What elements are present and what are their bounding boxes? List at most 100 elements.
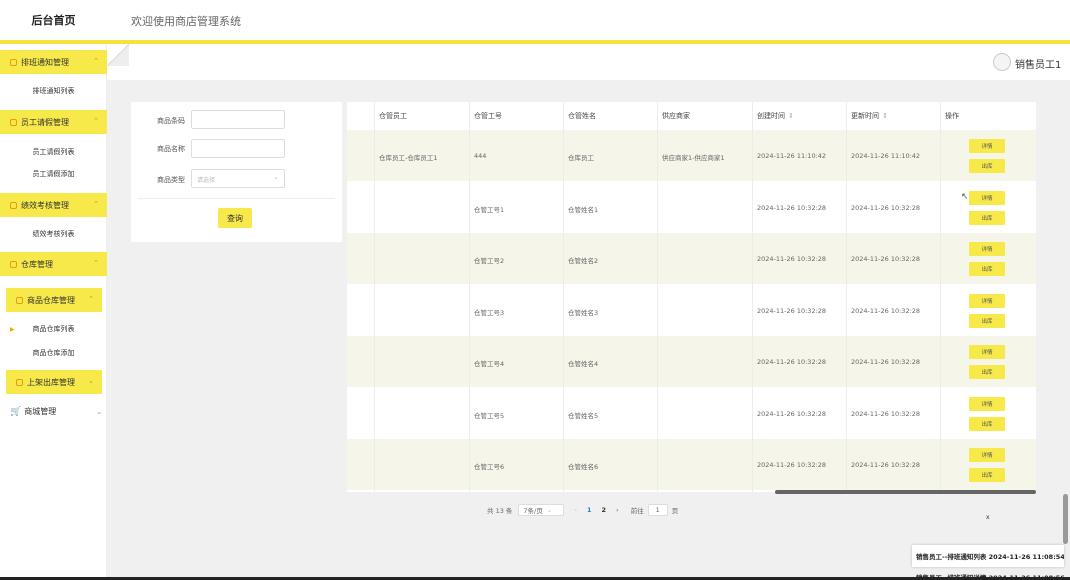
- sidebar-subgroup-product-warehouse[interactable]: 商品仓库管理 ⌃: [6, 288, 102, 312]
- chevron-down-icon: ⌄: [88, 377, 94, 385]
- user-avatar-icon[interactable]: [993, 53, 1011, 71]
- table-cell-employee: 仓库员工-仓库员工1: [379, 154, 438, 162]
- sidebar-item-leave-add[interactable]: 员工请假添加: [0, 165, 107, 183]
- prev-page-button[interactable]: ‹: [574, 506, 577, 514]
- table-row: 仓管工号4 仓管姓名4 2024-11-26 10:32:28 2024-11-26 …: [347, 336, 1036, 387]
- mouse-cursor-icon: ↖: [961, 192, 969, 202]
- sidebar-group-leave[interactable]: 员工请假管理 ⌃: [0, 110, 107, 134]
- outbound-button[interactable]: 出库: [969, 262, 1005, 276]
- sidebar-item-schedule-list[interactable]: 排班通知列表: [0, 82, 107, 100]
- user-name[interactable]: 销售员工1: [1015, 56, 1061, 71]
- product-type-label: 商品类型: [157, 176, 185, 184]
- sidebar-group-shop[interactable]: 🛒 商城管理 ⌄: [10, 406, 102, 417]
- table-cell-created: 2024-11-26 10:32:28: [757, 358, 827, 366]
- detail-button[interactable]: 详情: [969, 242, 1005, 256]
- table-cell-no: 仓管工号6: [474, 463, 505, 471]
- table-cell-created: 2024-11-26 10:32:28: [757, 461, 827, 469]
- table-cell-updated: 2024-11-26 10:32:28: [851, 306, 921, 315]
- detail-button[interactable]: 详情: [969, 448, 1005, 462]
- product-type-select[interactable]: 请选择 ⌄: [191, 169, 285, 188]
- column-header-name: 仓管姓名: [568, 112, 596, 120]
- column-label: 更新时间: [851, 112, 879, 120]
- table-cell-no: 仓管工号4: [474, 360, 505, 368]
- page-1-button[interactable]: 1: [587, 506, 592, 514]
- table-cell-no: 仓管工号3: [474, 308, 505, 317]
- detail-button[interactable]: 详情: [969, 190, 1005, 205]
- column-divider: [469, 102, 470, 492]
- chevron-up-icon: ⌃: [93, 57, 99, 65]
- sidebar-group-schedule[interactable]: 排班通知管理 ⌃: [0, 50, 107, 74]
- product-code-input[interactable]: [191, 110, 285, 129]
- table-cell-name: 仓管姓名5: [568, 411, 599, 420]
- product-code-label: 商品条码: [157, 117, 185, 125]
- outbound-button[interactable]: 出库: [969, 416, 1005, 431]
- vertical-scrollbar[interactable]: [1063, 494, 1068, 544]
- detail-button[interactable]: 详情: [969, 396, 1005, 411]
- page-size-select[interactable]: 7条/页 ⌄: [518, 504, 565, 516]
- outbound-button[interactable]: 出库: [969, 159, 1005, 173]
- notification-toast[interactable]: 销售员工--排班通知列表 2024-11-26 11:08:54: [912, 545, 1064, 567]
- horizontal-scrollbar[interactable]: [775, 490, 1036, 494]
- table-cell-updated: 2024-11-26 10:32:28: [851, 203, 921, 212]
- outbound-button[interactable]: 出库: [969, 365, 1005, 379]
- table-cell-created: 2024-11-26 10:32:28: [757, 306, 827, 315]
- table-row: 仓管工号5 仓管姓名5 2024-11-26 10:32:28 2024-11-26 …: [347, 388, 1036, 439]
- sidebar-group-label: 绩效考核管理: [21, 200, 69, 210]
- next-page-button[interactable]: ›: [616, 506, 619, 514]
- outbound-button[interactable]: 出库: [969, 210, 1005, 225]
- column-header-employee: 仓管员工: [379, 112, 407, 120]
- detail-button[interactable]: 详情: [969, 345, 1005, 359]
- top-bar: 后台首页 欢迎使用商店管理系统: [0, 0, 1070, 40]
- sort-icon[interactable]: ⇕: [788, 112, 794, 120]
- product-name-input[interactable]: [191, 139, 285, 158]
- table-cell-no: 仓管工号2: [474, 257, 505, 265]
- menu-icon: [10, 118, 17, 126]
- column-header-created[interactable]: 创建时间 ⇕: [757, 102, 794, 130]
- outbound-button[interactable]: 出库: [969, 313, 1005, 328]
- detail-button[interactable]: 详情: [969, 293, 1005, 308]
- chevron-up-icon: ⌃: [93, 259, 99, 267]
- sort-icon[interactable]: ⇕: [882, 112, 888, 120]
- close-notification-button[interactable]: x: [986, 514, 990, 521]
- goto-label: 前往: [630, 507, 644, 515]
- table-cell-supplier: 供应商家1-供应商家1: [662, 154, 725, 162]
- column-header-updated[interactable]: 更新时间 ⇕: [851, 102, 888, 130]
- goto-page-input[interactable]: 1: [647, 504, 668, 516]
- table-cell-name: 仓管姓名4: [568, 360, 599, 368]
- table-cell-updated: 2024-11-26 10:32:28: [851, 358, 921, 366]
- sidebar-item-product-warehouse-add[interactable]: 商品仓库添加: [0, 344, 107, 362]
- chevron-up-icon: ⌃: [93, 200, 99, 208]
- table-cell-updated: 2024-11-26 10:32:28: [851, 409, 921, 418]
- outbound-button[interactable]: 出库: [969, 468, 1005, 482]
- column-header-supplier: 供应商家: [662, 112, 690, 120]
- welcome-text: 欢迎使用商店管理系统: [131, 15, 241, 28]
- chevron-down-icon: ⌄: [273, 173, 279, 181]
- menu-icon: [16, 378, 23, 386]
- sidebar-group-label: 排班通知管理: [21, 57, 69, 67]
- page-2-button[interactable]: 2: [602, 506, 607, 514]
- menu-icon: [10, 58, 17, 66]
- sidebar-item-product-warehouse-list[interactable]: 商品仓库列表: [0, 320, 107, 338]
- column-divider: [563, 102, 564, 492]
- table-cell-no: 仓管工号1: [474, 205, 505, 214]
- column-divider: [374, 102, 375, 492]
- brand-home-link[interactable]: 后台首页: [0, 0, 107, 40]
- sidebar-subgroup-shelf-outbound[interactable]: 上架出库管理 ⌄: [6, 370, 102, 394]
- sidebar-group-label: 仓库管理: [21, 259, 53, 269]
- sidebar-group-warehouse[interactable]: 仓库管理 ⌃: [0, 252, 107, 276]
- product-name-label: 商品名称: [157, 145, 185, 153]
- sidebar-item-leave-list[interactable]: 员工请假列表: [0, 143, 107, 161]
- sidebar-group-label: 商城管理: [24, 407, 57, 416]
- column-divider: [752, 102, 753, 492]
- select-placeholder: 请选择: [197, 177, 216, 184]
- content-header: [107, 44, 1070, 80]
- sidebar-subgroup-label: 商品仓库管理: [27, 295, 75, 305]
- sidebar-item-performance-list[interactable]: 绩效考核列表: [0, 225, 107, 243]
- table-cell-created: 2024-11-26 11:10:42: [757, 152, 827, 160]
- sidebar-collapse-toggle[interactable]: [107, 44, 129, 66]
- detail-button[interactable]: 详情: [969, 139, 1005, 153]
- table-cell-name: 仓管姓名1: [568, 205, 599, 214]
- query-button[interactable]: 查询: [218, 208, 252, 228]
- sidebar-group-performance[interactable]: 绩效考核管理 ⌃: [0, 193, 107, 217]
- table-row: 仓管工号6 仓管姓名6 2024-11-26 10:32:28 2024-11-26 …: [347, 439, 1036, 490]
